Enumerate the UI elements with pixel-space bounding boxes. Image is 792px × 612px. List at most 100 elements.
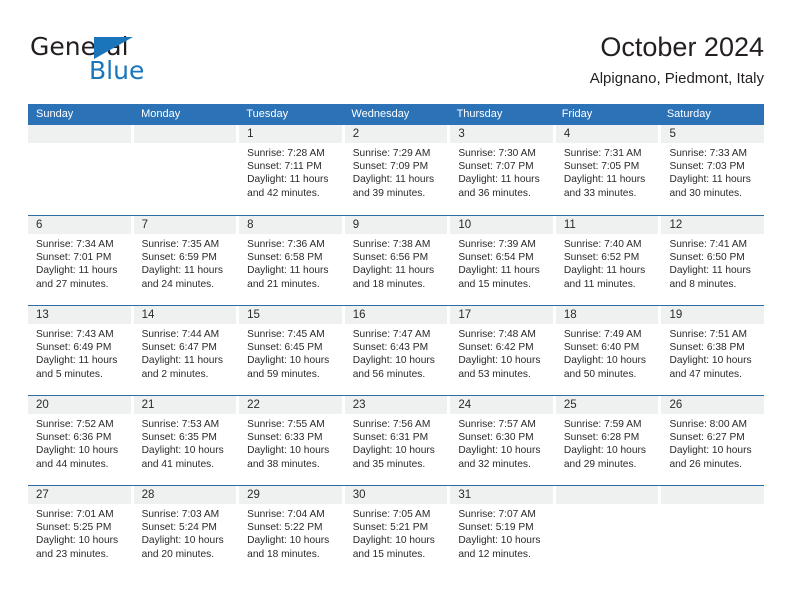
calendar-day-cell[interactable]: 14 Sunrise: 7:44 AM Sunset: 6:47 PM Dayligh…: [133, 306, 237, 395]
calendar-day-cell[interactable]: 20 Sunrise: 7:52 AM Sunset: 6:36 PM Dayligh…: [28, 396, 131, 485]
calendar-day-cell[interactable]: 28 Sunrise: 7:03 AM Sunset: 5:24 PM Dayligh…: [133, 486, 237, 575]
daylight-text-cont: and 11 minutes.: [563, 278, 636, 290]
day-detail-lines: [661, 504, 764, 508]
calendar-day-cell[interactable]: 22 Sunrise: 7:55 AM Sunset: 6:33 PM Dayligh…: [239, 396, 342, 485]
sunset-text: Sunset: 7:03 PM: [669, 161, 745, 173]
calendar-day-cell[interactable]: 18 Sunrise: 7:49 AM Sunset: 6:40 PM Dayligh…: [555, 306, 659, 395]
calendar-day-cell[interactable]: 23 Sunrise: 7:56 AM Sunset: 6:31 PM Dayligh…: [344, 396, 448, 485]
day-number-band: 17: [450, 306, 553, 324]
daylight-text-cont: and 15 minutes.: [352, 548, 426, 560]
calendar-day-cell[interactable]: 3 Sunrise: 7:30 AM Sunset: 7:07 PM Daylight…: [450, 125, 553, 215]
day-number: 16: [352, 309, 366, 321]
day-detail-lines: Sunrise: 7:57 AM Sunset: 6:30 PM Daylight:…: [450, 414, 553, 471]
day-detail-lines: Sunrise: 7:38 AM Sunset: 6:56 PM Daylight:…: [345, 234, 448, 291]
sunset-text: Sunset: 6:43 PM: [352, 342, 429, 354]
day-number: 22: [247, 399, 260, 411]
sunset-text: Sunset: 5:25 PM: [36, 522, 112, 534]
daylight-text: Daylight: 10 hours: [36, 535, 119, 547]
daylight-text-cont: and 36 minutes.: [458, 187, 531, 199]
daylight-text: Daylight: 10 hours: [352, 355, 435, 367]
daylight-text: Daylight: 11 hours: [458, 174, 540, 186]
calendar-day-cell[interactable]: 2 Sunrise: 7:29 AM Sunset: 7:09 PM Daylight…: [344, 125, 448, 215]
daylight-text-cont: and 12 minutes.: [458, 548, 531, 560]
day-detail-lines: Sunrise: 7:29 AM Sunset: 7:09 PM Daylight:…: [345, 143, 448, 200]
daylight-text: Daylight: 10 hours: [36, 445, 119, 457]
sunset-text: Sunset: 5:22 PM: [247, 522, 323, 534]
day-detail-lines: Sunrise: 7:04 AM Sunset: 5:22 PM Daylight:…: [239, 504, 342, 561]
day-number-band: 3: [450, 125, 553, 143]
day-number-band: 26: [661, 396, 765, 414]
sunrise-text: Sunrise: 7:47 AM: [352, 329, 431, 340]
calendar-day-cell[interactable]: 10 Sunrise: 7:39 AM Sunset: 6:54 PM Dayligh…: [450, 216, 553, 305]
brand-logo[interactable]: General Blue: [30, 32, 170, 88]
daylight-text-cont: and 30 minutes.: [669, 187, 742, 199]
day-number: 28: [141, 489, 155, 501]
sunset-text: Sunset: 6:30 PM: [458, 432, 534, 444]
day-detail-lines: Sunrise: 7:30 AM Sunset: 7:07 PM Daylight:…: [450, 143, 553, 200]
calendar-day-cell[interactable]: 21 Sunrise: 7:53 AM Sunset: 6:35 PM Dayligh…: [133, 396, 237, 485]
day-detail-lines: Sunrise: 7:28 AM Sunset: 7:11 PM Daylight:…: [239, 143, 342, 200]
day-number: 31: [458, 489, 472, 501]
calendar-day-cell[interactable]: 4 Sunrise: 7:31 AM Sunset: 7:05 PM Daylight…: [555, 125, 659, 215]
calendar-day-cell[interactable]: 30 Sunrise: 7:05 AM Sunset: 5:21 PM Dayligh…: [344, 486, 448, 575]
calendar-day-cell[interactable]: 9 Sunrise: 7:38 AM Sunset: 6:56 PM Daylight…: [344, 216, 448, 305]
sunset-text: Sunset: 6:45 PM: [247, 342, 323, 354]
day-number: 11: [563, 219, 576, 231]
sunrise-text: Sunrise: 7:33 AM: [669, 148, 748, 159]
sunrise-text: Sunrise: 7:56 AM: [352, 419, 431, 430]
day-detail-lines: [134, 143, 237, 147]
sunrise-text: Sunrise: 7:49 AM: [563, 329, 642, 340]
calendar-day-cell[interactable]: 26 Sunrise: 8:00 AM Sunset: 6:27 PM Dayligh…: [661, 396, 765, 485]
day-detail-lines: Sunrise: 7:40 AM Sunset: 6:52 PM Daylight:…: [556, 234, 659, 291]
calendar-day-cell[interactable]: 1 Sunrise: 7:28 AM Sunset: 7:11 PM Daylight…: [239, 125, 342, 215]
day-detail-lines: Sunrise: 7:55 AM Sunset: 6:33 PM Daylight:…: [239, 414, 342, 471]
daylight-text: Daylight: 10 hours: [563, 355, 647, 367]
daylight-text-cont: and 18 minutes.: [352, 278, 426, 290]
day-detail-lines: Sunrise: 7:53 AM Sunset: 6:35 PM Daylight:…: [134, 414, 237, 471]
calendar-day-cell-empty: [555, 486, 659, 575]
calendar-day-cell[interactable]: 15 Sunrise: 7:45 AM Sunset: 6:45 PM Dayligh…: [239, 306, 342, 395]
calendar-day-cell[interactable]: 13 Sunrise: 7:43 AM Sunset: 6:49 PM Dayligh…: [28, 306, 131, 395]
day-number: 21: [141, 399, 155, 411]
daylight-text-cont: and 18 minutes.: [247, 548, 320, 560]
calendar-week-row: 1 Sunrise: 7:28 AM Sunset: 7:11 PM Daylight…: [28, 125, 765, 215]
weekday-header-wednesday: Wednesday: [351, 108, 410, 120]
calendar-day-cell[interactable]: 19 Sunrise: 7:51 AM Sunset: 6:38 PM Dayligh…: [661, 306, 765, 395]
calendar-day-cell[interactable]: 16 Sunrise: 7:47 AM Sunset: 6:43 PM Dayligh…: [344, 306, 448, 395]
sunrise-text: Sunrise: 7:52 AM: [36, 419, 114, 430]
sunrise-text: Sunrise: 7:36 AM: [247, 239, 325, 250]
daylight-text-cont: and 47 minutes.: [669, 368, 742, 380]
day-detail-lines: Sunrise: 7:07 AM Sunset: 5:19 PM Daylight:…: [450, 504, 553, 561]
calendar-day-cell[interactable]: 8 Sunrise: 7:36 AM Sunset: 6:58 PM Daylight…: [239, 216, 342, 305]
weekday-header-thursday: Thursday: [456, 108, 503, 120]
daylight-text-cont: and 26 minutes.: [669, 458, 742, 470]
sunrise-text: Sunrise: 7:57 AM: [458, 419, 536, 430]
day-number-band: 9: [344, 216, 448, 234]
daylight-text-cont: and 53 minutes.: [458, 368, 531, 380]
calendar-day-cell[interactable]: 24 Sunrise: 7:57 AM Sunset: 6:30 PM Dayligh…: [450, 396, 553, 485]
sunset-text: Sunset: 6:28 PM: [563, 432, 640, 444]
day-number-band: 7: [133, 216, 237, 234]
calendar-day-cell[interactable]: 17 Sunrise: 7:48 AM Sunset: 6:42 PM Dayligh…: [450, 306, 553, 395]
sunset-text: Sunset: 6:27 PM: [669, 432, 745, 444]
daylight-text-cont: and 50 minutes.: [563, 368, 637, 380]
daylight-text: Daylight: 10 hours: [247, 355, 330, 367]
day-number-band: 31: [450, 486, 553, 504]
calendar-day-cell[interactable]: 25 Sunrise: 7:59 AM Sunset: 6:28 PM Dayligh…: [555, 396, 659, 485]
calendar-day-cell[interactable]: 5 Sunrise: 7:33 AM Sunset: 7:03 PM Daylight…: [661, 125, 765, 215]
daylight-text: Daylight: 10 hours: [669, 355, 752, 367]
calendar-day-cell[interactable]: 29 Sunrise: 7:04 AM Sunset: 5:22 PM Dayligh…: [239, 486, 342, 575]
day-number-band: 23: [344, 396, 448, 414]
daylight-text-cont: and 21 minutes.: [247, 278, 320, 290]
calendar-week-row: 6 Sunrise: 7:34 AM Sunset: 7:01 PM Daylight…: [28, 215, 765, 305]
calendar-day-cell[interactable]: 31 Sunrise: 7:07 AM Sunset: 5:19 PM Dayligh…: [450, 486, 553, 575]
day-number-band: 21: [133, 396, 237, 414]
sunset-text: Sunset: 7:01 PM: [36, 252, 112, 264]
calendar-day-cell[interactable]: 27 Sunrise: 7:01 AM Sunset: 5:25 PM Dayligh…: [28, 486, 131, 575]
sunrise-text: Sunrise: 7:01 AM: [36, 509, 114, 520]
calendar-day-cell[interactable]: 11 Sunrise: 7:40 AM Sunset: 6:52 PM Dayligh…: [555, 216, 659, 305]
calendar-day-cell[interactable]: 12 Sunrise: 7:41 AM Sunset: 6:50 PM Dayligh…: [661, 216, 765, 305]
sunrise-text: Sunrise: 7:45 AM: [247, 329, 325, 340]
calendar-day-cell[interactable]: 6 Sunrise: 7:34 AM Sunset: 7:01 PM Daylight…: [28, 216, 131, 305]
calendar-day-cell[interactable]: 7 Sunrise: 7:35 AM Sunset: 6:59 PM Daylight…: [133, 216, 237, 305]
